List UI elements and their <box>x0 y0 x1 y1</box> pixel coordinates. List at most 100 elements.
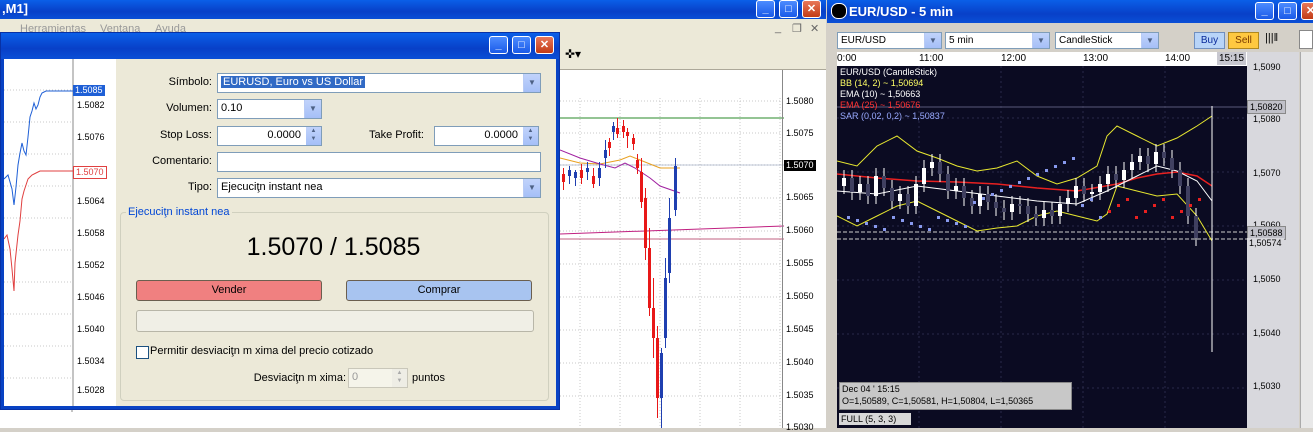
sar-dot <box>901 219 904 222</box>
comment-input[interactable] <box>217 152 541 172</box>
ohlc-info-box: Dec 04 ' 15:15 O=1,50589, C=1,50581, H=1… <box>839 382 1072 410</box>
left-axis-tick-overlap: 1.5058 <box>77 228 105 238</box>
spin-arrows-icon[interactable]: ▲ ▼ <box>523 127 538 145</box>
mt4-title-text: ,M1] <box>2 1 28 16</box>
candle-body <box>914 184 918 206</box>
mdi-close-icon[interactable]: ✕ <box>810 22 819 35</box>
chevron-down-icon[interactable]: ▼ <box>924 33 941 48</box>
time-label: 13:00 <box>1083 53 1109 64</box>
dialog-left-chart-overlap: 1.5085 1.5082 1.5076 1.5070 1.5064 1.505… <box>3 59 116 406</box>
chart-type-dropdown-value: CandleStick <box>1059 35 1113 46</box>
chart-type-dropdown[interactable]: CandleStick ▼ <box>1055 32 1159 49</box>
spin-arrows-icon[interactable]: ▲ ▼ <box>306 127 321 145</box>
candle-body <box>1066 198 1070 204</box>
right-axis-tick: 1.5035 <box>786 390 814 400</box>
stoploss-stepper[interactable]: 0.0000 ▲ ▼ <box>217 126 322 146</box>
chevron-down-icon[interactable]: ▼ <box>1141 33 1158 48</box>
sar-dot <box>1081 204 1084 207</box>
close-button[interactable]: ✕ <box>802 0 821 18</box>
volume-combo[interactable]: 0.10 ▼ <box>217 99 322 119</box>
time-label: 0:00 <box>837 53 857 64</box>
tool-icon[interactable] <box>1299 30 1313 49</box>
candle-body <box>636 160 639 168</box>
bid-price-label-overlap: 1.5070 <box>73 166 107 179</box>
rw-candles <box>842 106 1213 352</box>
rw-maximize-button[interactable]: □ <box>1278 2 1297 20</box>
candle-body <box>938 162 942 174</box>
chevron-down-icon[interactable]: ▼ <box>523 179 540 197</box>
candle-body <box>1082 186 1086 194</box>
candle-body <box>962 186 966 198</box>
right-axis-tick: 1.5075 <box>786 128 814 138</box>
price-tick: 1,5080 <box>1253 114 1281 124</box>
symbol-dropdown-value: EUR/USD <box>841 35 887 46</box>
candle-body <box>866 184 870 196</box>
objects-tool-icon[interactable]: ✜▾ <box>565 47 581 61</box>
candle-body <box>608 142 611 148</box>
rw-chart-canvas: EUR/USD (CandleStick) BB (14, 2) ~ 1,506… <box>837 66 1247 428</box>
candle-body <box>598 168 601 178</box>
left-axis-tick-overlap: 1.5064 <box>77 196 105 206</box>
sar-dot <box>973 201 976 204</box>
symbol-dropdown[interactable]: EUR/USD ▼ <box>837 32 942 49</box>
volume-value: 0.10 <box>221 102 243 114</box>
left-axis-tick-overlap: 1.5040 <box>77 324 105 334</box>
sar-dot <box>1009 185 1012 188</box>
sar-dot <box>928 228 931 231</box>
rw-minimize-button[interactable]: _ <box>1255 2 1274 20</box>
dialog-maximize-button[interactable]: □ <box>512 36 531 54</box>
ask-price-label-overlap: 1.5085 <box>73 85 105 96</box>
legend-line: BB (14, 2) ~ 1,50694 <box>840 78 924 88</box>
price-tick: 1,5040 <box>1253 328 1281 338</box>
symbol-select[interactable]: EURUSD, Euro vs US Dollar ▼ <box>217 73 541 93</box>
mdi-minimize-icon[interactable]: _ <box>775 22 781 34</box>
order-type-select[interactable]: Ejecuciţn instant nea ▼ <box>217 178 541 198</box>
left-axis-tick-overlap: 1.5046 <box>77 292 105 302</box>
sell-button-right[interactable]: Sell <box>1228 32 1259 49</box>
candle-body <box>592 176 595 184</box>
candle-body <box>656 338 659 398</box>
progress-bar <box>136 310 534 332</box>
rw-close-button[interactable]: ✕ <box>1301 2 1313 20</box>
sell-button[interactable]: Vender <box>136 280 322 301</box>
buy-button-right[interactable]: Buy <box>1194 32 1225 49</box>
sar-dot <box>856 219 859 222</box>
chevron-down-icon[interactable]: ▼ <box>1032 33 1049 48</box>
sar-dot <box>874 225 877 228</box>
time-label: 12:00 <box>1001 53 1027 64</box>
vertical-scrollbar[interactable] <box>1300 52 1313 428</box>
mdi-restore-icon[interactable]: ❐ <box>792 22 802 35</box>
dialog-minimize-button[interactable]: _ <box>489 36 508 54</box>
chevron-down-icon[interactable]: ▼ <box>304 100 321 118</box>
candle-body <box>858 184 862 192</box>
deviation-checkbox[interactable] <box>136 346 149 359</box>
candle-body <box>1178 170 1182 186</box>
sar-dot <box>1000 189 1003 192</box>
sar-dot <box>847 216 850 219</box>
candle-body <box>1042 210 1046 218</box>
chevron-down-icon[interactable]: ▼ <box>523 74 540 92</box>
candle-body <box>1162 152 1166 158</box>
footer-indicator: FULL (5, 3, 3) <box>839 413 911 425</box>
maximize-button[interactable]: □ <box>779 0 798 18</box>
low-price-label: 1,50574 <box>1247 238 1284 248</box>
sar-dot <box>865 222 868 225</box>
left-axis-tick-overlap: 1.5076 <box>77 132 105 142</box>
sar-dot <box>1117 204 1120 207</box>
rw-title-bar: EUR/USD - 5 min _ □ ✕ <box>827 0 1313 23</box>
takeprofit-stepper[interactable]: 0.0000 ▲ ▼ <box>434 126 539 146</box>
minimize-button[interactable]: _ <box>756 0 775 18</box>
candle-body <box>1186 186 1190 216</box>
buy-button[interactable]: Comprar <box>346 280 532 301</box>
bars-icon[interactable]: |||‖ <box>1265 32 1278 44</box>
candle-body <box>626 132 629 136</box>
dialog-close-button[interactable]: ✕ <box>535 36 554 54</box>
sar-dot <box>982 197 985 200</box>
deviation-stepper[interactable]: 0 ▲ ▼ <box>348 368 408 388</box>
candle-body <box>1194 216 1198 238</box>
timeframe-dropdown[interactable]: 5 min ▼ <box>945 32 1050 49</box>
spin-arrows-icon[interactable]: ▲ ▼ <box>392 369 407 387</box>
sar-dot <box>892 216 895 219</box>
price-tick: 1,5090 <box>1253 62 1281 72</box>
left-axis-tick-overlap: 1.5034 <box>77 356 105 366</box>
